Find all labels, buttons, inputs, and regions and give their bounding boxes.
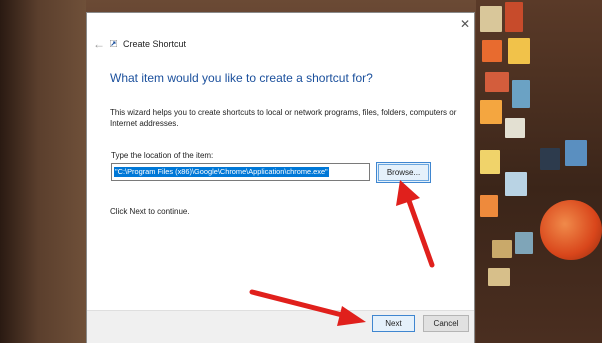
wallpaper-book — [482, 40, 502, 62]
wallpaper-book — [480, 100, 502, 124]
browse-focus-ring — [378, 164, 429, 181]
wallpaper-book — [488, 268, 510, 286]
wallpaper-book — [480, 195, 498, 217]
wallpaper-book — [515, 232, 533, 254]
wizard-description: This wizard helps you to create shortcut… — [110, 108, 457, 128]
close-icon[interactable]: ✕ — [458, 17, 472, 31]
wallpaper-book — [485, 72, 509, 92]
create-shortcut-dialog: ✕ ← Create Shortcut What item would you … — [86, 12, 475, 343]
wallpaper-orange-pot — [540, 200, 602, 260]
wallpaper-book — [512, 80, 530, 108]
wallpaper-book — [480, 150, 500, 174]
wallpaper-book — [492, 240, 512, 258]
wallpaper-book — [505, 2, 523, 32]
wallpaper-book — [505, 118, 525, 138]
wallpaper-book — [540, 148, 560, 170]
location-label: Type the location of the item: — [111, 151, 214, 160]
shortcut-icon — [110, 40, 117, 47]
continue-instruction: Click Next to continue. — [110, 207, 190, 216]
dialog-title: Create Shortcut — [123, 39, 187, 49]
back-arrow-icon[interactable]: ← — [93, 37, 107, 51]
wallpaper-book — [505, 172, 527, 196]
wallpaper-book — [480, 6, 502, 32]
dialog-footer — [87, 310, 474, 343]
wallpaper-book — [508, 38, 530, 64]
wizard-heading: What item would you like to create a sho… — [110, 71, 373, 85]
location-input-value[interactable]: "C:\Program Files (x86)\Google\Chrome\Ap… — [114, 167, 329, 177]
desktop-wallpaper-left — [0, 0, 86, 343]
location-input[interactable]: "C:\Program Files (x86)\Google\Chrome\Ap… — [111, 163, 370, 181]
next-button[interactable]: Next — [372, 315, 415, 332]
wallpaper-book — [565, 140, 587, 166]
browse-button[interactable]: Browse... — [376, 162, 431, 183]
cancel-button[interactable]: Cancel — [423, 315, 469, 332]
